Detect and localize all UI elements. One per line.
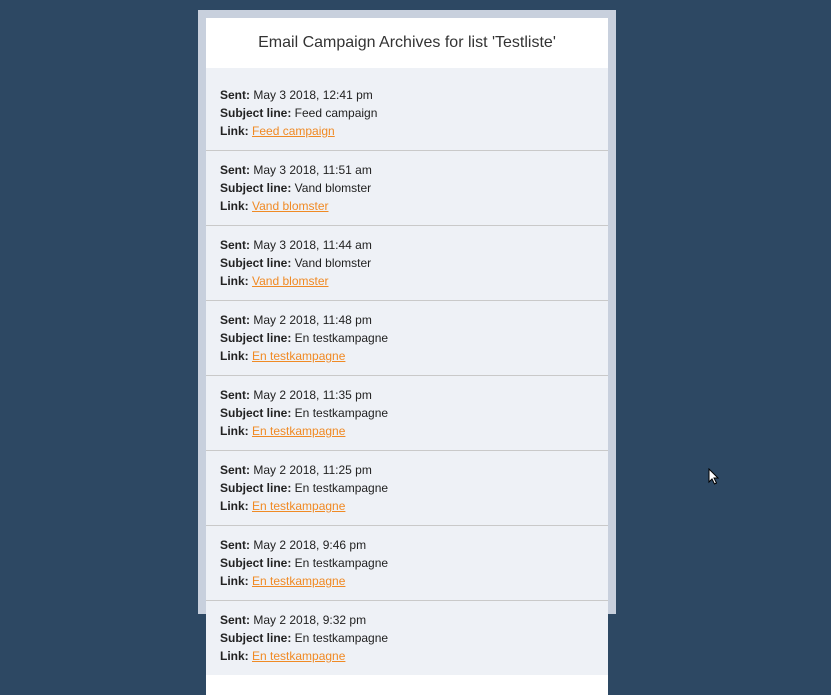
subject-row: Subject line: En testkampagne: [220, 629, 594, 647]
subject-label: Subject line:: [220, 181, 291, 195]
link-label: Link:: [220, 649, 249, 663]
sent-row: Sent: May 2 2018, 9:46 pm: [220, 536, 594, 554]
subject-label: Subject line:: [220, 631, 291, 645]
campaign-link[interactable]: En testkampagne: [252, 349, 345, 363]
sent-value: May 2 2018, 11:48 pm: [250, 313, 372, 327]
sent-value: May 3 2018, 12:41 pm: [250, 88, 373, 102]
link-label: Link:: [220, 499, 249, 513]
sent-label: Sent:: [220, 538, 250, 552]
archive-entry: Sent: May 2 2018, 9:46 pmSubject line: E…: [206, 536, 608, 601]
link-row: Link: En testkampagne: [220, 422, 594, 440]
link-label: Link:: [220, 424, 249, 438]
subject-row: Subject line: En testkampagne: [220, 404, 594, 422]
campaign-link[interactable]: Feed campaign: [252, 124, 335, 138]
link-row: Link: Vand blomster: [220, 197, 594, 215]
link-row: Link: En testkampagne: [220, 572, 594, 590]
subject-value: Vand blomster: [291, 181, 371, 195]
campaign-link[interactable]: En testkampagne: [252, 649, 345, 663]
page-title: Email Campaign Archives for list 'Testli…: [214, 34, 600, 52]
subject-label: Subject line:: [220, 481, 291, 495]
link-row: Link: En testkampagne: [220, 347, 594, 365]
campaign-link[interactable]: Vand blomster: [252, 199, 328, 213]
sent-label: Sent:: [220, 313, 250, 327]
archive-entry: Sent: May 2 2018, 9:32 pmSubject line: E…: [206, 611, 608, 675]
sent-label: Sent:: [220, 163, 250, 177]
sent-value: May 2 2018, 11:35 pm: [250, 388, 372, 402]
sent-label: Sent:: [220, 238, 250, 252]
subject-value: Vand blomster: [291, 256, 371, 270]
subject-row: Subject line: En testkampagne: [220, 329, 594, 347]
subject-row: Subject line: En testkampagne: [220, 479, 594, 497]
subject-value: En testkampagne: [291, 331, 388, 345]
link-label: Link:: [220, 274, 249, 288]
subject-label: Subject line:: [220, 106, 291, 120]
sent-row: Sent: May 2 2018, 9:32 pm: [220, 611, 594, 629]
link-label: Link:: [220, 124, 249, 138]
campaign-link[interactable]: En testkampagne: [252, 499, 345, 513]
sent-row: Sent: May 2 2018, 11:25 pm: [220, 461, 594, 479]
sent-label: Sent:: [220, 613, 250, 627]
link-label: Link:: [220, 349, 249, 363]
subject-value: Feed campaign: [291, 106, 377, 120]
entries-container: Sent: May 3 2018, 12:41 pmSubject line: …: [206, 68, 608, 675]
subject-row: Subject line: Vand blomster: [220, 179, 594, 197]
archive-panel: Email Campaign Archives for list 'Testli…: [198, 10, 616, 614]
subject-row: Subject line: Vand blomster: [220, 254, 594, 272]
archive-entry: Sent: May 2 2018, 11:25 pmSubject line: …: [206, 461, 608, 526]
sent-label: Sent:: [220, 88, 250, 102]
link-row: Link: Vand blomster: [220, 272, 594, 290]
campaign-link[interactable]: En testkampagne: [252, 574, 345, 588]
subject-row: Subject line: Feed campaign: [220, 104, 594, 122]
sent-row: Sent: May 3 2018, 11:51 am: [220, 161, 594, 179]
sent-label: Sent:: [220, 388, 250, 402]
sent-row: Sent: May 2 2018, 11:35 pm: [220, 386, 594, 404]
link-row: Link: Feed campaign: [220, 122, 594, 140]
sent-row: Sent: May 2 2018, 11:48 pm: [220, 311, 594, 329]
sent-value: May 3 2018, 11:51 am: [250, 163, 372, 177]
link-row: Link: En testkampagne: [220, 647, 594, 665]
sent-value: May 2 2018, 9:32 pm: [250, 613, 366, 627]
subject-label: Subject line:: [220, 256, 291, 270]
header: Email Campaign Archives for list 'Testli…: [206, 18, 608, 68]
link-label: Link:: [220, 199, 249, 213]
subject-value: En testkampagne: [291, 556, 388, 570]
sent-value: May 2 2018, 9:46 pm: [250, 538, 366, 552]
subject-label: Subject line:: [220, 331, 291, 345]
subject-value: En testkampagne: [291, 481, 388, 495]
sent-value: May 2 2018, 11:25 pm: [250, 463, 372, 477]
archive-entry: Sent: May 2 2018, 11:48 pmSubject line: …: [206, 311, 608, 376]
subject-label: Subject line:: [220, 556, 291, 570]
footer: [206, 675, 608, 695]
archive-entry: Sent: May 3 2018, 12:41 pmSubject line: …: [206, 86, 608, 151]
sent-label: Sent:: [220, 463, 250, 477]
mouse-cursor-icon: [708, 468, 722, 486]
campaign-link[interactable]: Vand blomster: [252, 274, 328, 288]
link-row: Link: En testkampagne: [220, 497, 594, 515]
subject-value: En testkampagne: [291, 406, 388, 420]
sent-value: May 3 2018, 11:44 am: [250, 238, 372, 252]
sent-row: Sent: May 3 2018, 12:41 pm: [220, 86, 594, 104]
sent-row: Sent: May 3 2018, 11:44 am: [220, 236, 594, 254]
campaign-link[interactable]: En testkampagne: [252, 424, 345, 438]
archive-entry: Sent: May 3 2018, 11:44 amSubject line: …: [206, 236, 608, 301]
archive-entry: Sent: May 3 2018, 11:51 amSubject line: …: [206, 161, 608, 226]
subject-row: Subject line: En testkampagne: [220, 554, 594, 572]
link-label: Link:: [220, 574, 249, 588]
archive-entry: Sent: May 2 2018, 11:35 pmSubject line: …: [206, 386, 608, 451]
subject-label: Subject line:: [220, 406, 291, 420]
subject-value: En testkampagne: [291, 631, 388, 645]
